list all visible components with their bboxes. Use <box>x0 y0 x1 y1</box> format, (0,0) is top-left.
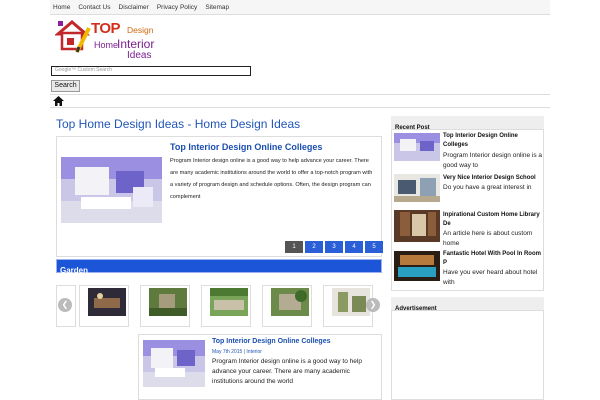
carousel-next-button[interactable]: ❯ <box>366 298 380 312</box>
carousel-thumbnail <box>332 288 370 316</box>
garden-carousel: ❮ ❯ <box>56 282 382 328</box>
carousel-thumbnail <box>271 288 309 316</box>
post-title[interactable]: Top Interior Design Online Colleges <box>212 338 331 345</box>
carousel-item[interactable] <box>201 285 251 327</box>
post-image[interactable] <box>143 340 205 387</box>
pager-item-2[interactable]: 2 <box>305 241 323 253</box>
recent-posts-title: Recent Post <box>395 125 430 131</box>
advertisement-title: Advertisement <box>395 306 437 312</box>
post-meta-separator: | <box>243 349 246 355</box>
recent-post-title[interactable]: Fantastic Hotel With Pool In Room P <box>443 250 543 268</box>
advertisement-widget <box>391 297 544 400</box>
house-pencil-logo-icon <box>55 20 91 53</box>
pager-item-1[interactable]: 1 <box>285 241 303 253</box>
recent-post-thumbnail[interactable] <box>394 133 440 161</box>
recent-post-title[interactable]: Inpirational Custom Home Library De <box>443 211 543 229</box>
logo-ideas-text: Ideas <box>127 50 152 61</box>
recent-posts-header: Recent Post <box>391 116 544 131</box>
recent-post-excerpt: Do you have a great interest in <box>443 184 532 191</box>
nav-privacy-policy[interactable]: Privacy Policy <box>157 4 197 11</box>
recent-post-thumbnail[interactable] <box>394 210 440 242</box>
featured-post-excerpt: Program Interior design online is a good… <box>170 158 373 200</box>
pager-item-4[interactable]: 4 <box>345 241 363 253</box>
featured-post-image[interactable] <box>61 157 162 223</box>
recent-post-thumbnail[interactable] <box>394 251 440 281</box>
search-input[interactable]: Google™ Custom Search <box>51 66 251 76</box>
section-title: Garden <box>60 266 89 275</box>
logo-home-text: Home <box>94 40 119 50</box>
slider-pager: 1 2 3 4 5 <box>285 241 385 253</box>
post-meta: May 7th 2015 | Interior <box>212 349 262 355</box>
carousel-prev-button[interactable]: ❮ <box>58 298 72 312</box>
pager-item-5[interactable]: 5 <box>365 241 383 253</box>
section-header-garden: Garden <box>56 259 382 275</box>
pager-item-3[interactable]: 3 <box>325 241 343 253</box>
carousel-thumbnail <box>88 288 126 316</box>
logo-interior-text: Interior <box>117 37 155 51</box>
recent-post-title[interactable]: Top Interior Design Online Colleges <box>443 132 543 150</box>
post-category-link[interactable]: Interior <box>246 349 262 355</box>
carousel-thumbnail <box>210 288 248 316</box>
recent-post-excerpt: An article here is about custom home <box>443 230 533 247</box>
home-icon[interactable] <box>53 96 64 106</box>
advertisement-header: Advertisement <box>391 297 544 312</box>
logo-top-text: TOP <box>91 20 121 37</box>
recent-post-thumbnail[interactable] <box>394 174 440 202</box>
post-excerpt: Program Interior design online is a good… <box>212 358 362 385</box>
top-nav: Home Contact Us Disclaimer Privacy Polic… <box>50 0 550 15</box>
carousel-item[interactable] <box>262 285 312 327</box>
menu-bar <box>50 94 550 108</box>
nav-disclaimer[interactable]: Disclaimer <box>119 4 149 11</box>
carousel-thumbnail <box>149 288 187 316</box>
carousel-item[interactable] <box>140 285 190 327</box>
search-button[interactable]: Search <box>51 80 80 92</box>
post-date: May 7th 2015 <box>212 349 243 355</box>
nav-home[interactable]: Home <box>53 4 70 11</box>
page-title: Top Home Design Ideas - Home Design Idea… <box>56 117 301 131</box>
featured-post-title[interactable]: Top Interior Design Online Colleges <box>170 142 322 152</box>
carousel-item[interactable] <box>79 285 129 327</box>
recent-post-title[interactable]: Very Nice Interior Design School <box>443 174 543 183</box>
recent-post-excerpt: Program Interior design online is a good… <box>443 152 542 169</box>
site-logo[interactable]: TOP Design Home Interior Ideas <box>55 18 175 61</box>
logo-design-text: Design <box>127 25 154 35</box>
nav-sitemap[interactable]: Sitemap <box>205 4 229 11</box>
recent-post-excerpt: Have you ever heard about hotel with <box>443 269 538 286</box>
page: Home Contact Us Disclaimer Privacy Polic… <box>0 0 600 400</box>
nav-contact-us[interactable]: Contact Us <box>78 4 110 11</box>
